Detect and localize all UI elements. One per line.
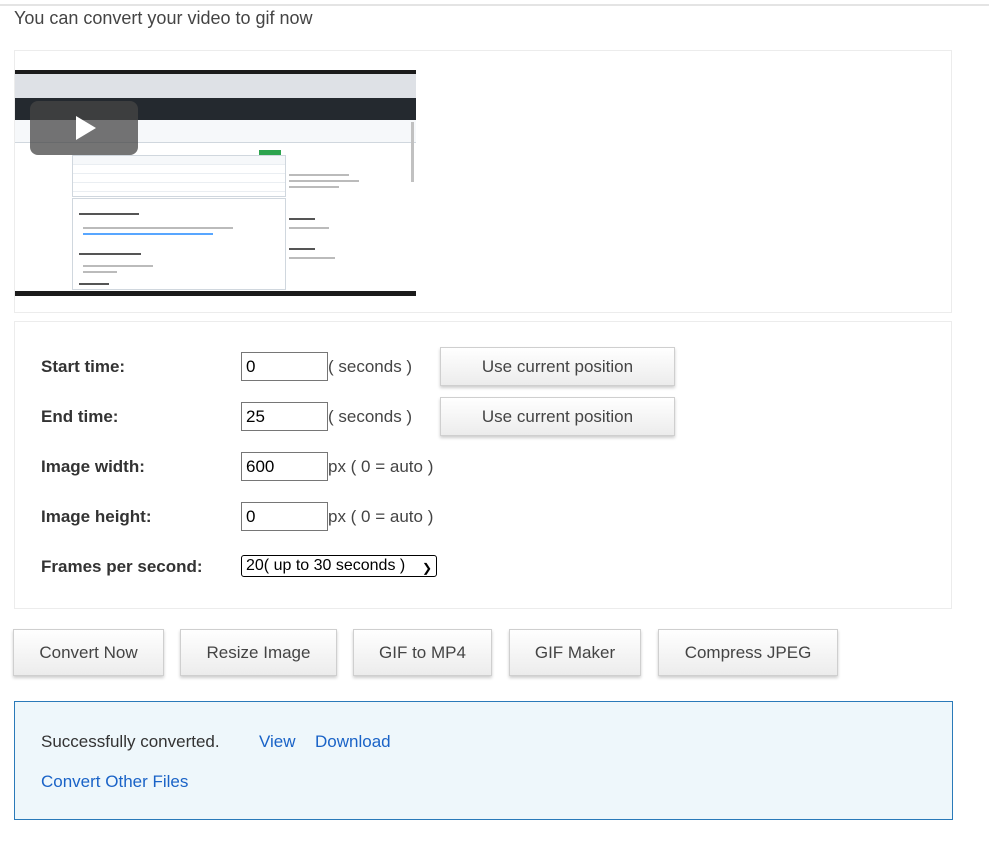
fps-selected-value: 20( up to 30 seconds )	[246, 557, 406, 574]
start-use-current-position-button[interactable]: Use current position	[440, 347, 675, 386]
play-button[interactable]	[30, 101, 138, 155]
image-height-label: Image height:	[41, 507, 152, 526]
result-panel: Successfully converted. View Download Co…	[14, 701, 953, 820]
image-width-input[interactable]	[241, 452, 328, 481]
start-time-unit: ( seconds )	[328, 357, 413, 376]
resize-image-button[interactable]: Resize Image	[180, 629, 337, 676]
start-time-label: Start time:	[41, 357, 126, 376]
top-divider	[0, 4, 989, 6]
view-link[interactable]: View	[259, 732, 296, 752]
video-preview[interactable]	[15, 70, 416, 296]
conversion-form: Start time: ( seconds ) Use current posi…	[14, 321, 952, 609]
image-width-unit: px ( 0 = auto )	[328, 457, 434, 476]
chevron-down-icon: ❯	[421, 561, 432, 575]
image-height-input[interactable]	[241, 502, 328, 531]
convert-other-files-link[interactable]: Convert Other Files	[41, 772, 188, 792]
end-time-label: End time:	[41, 407, 119, 426]
convert-now-button[interactable]: Convert Now	[13, 629, 164, 676]
play-icon	[76, 116, 96, 140]
start-time-input[interactable]	[241, 352, 328, 381]
gif-maker-button[interactable]: GIF Maker	[509, 629, 641, 676]
fps-label: Frames per second:	[41, 557, 203, 576]
gif-to-mp4-button[interactable]: GIF to MP4	[353, 629, 492, 676]
image-width-label: Image width:	[41, 457, 145, 476]
compress-jpeg-button[interactable]: Compress JPEG	[658, 629, 838, 676]
end-time-input[interactable]	[241, 402, 328, 431]
download-link[interactable]: Download	[315, 732, 391, 752]
end-time-unit: ( seconds )	[328, 407, 413, 426]
image-height-unit: px ( 0 = auto )	[328, 507, 434, 526]
end-use-current-position-button[interactable]: Use current position	[440, 397, 675, 436]
video-panel	[14, 50, 952, 313]
success-message: Successfully converted.	[41, 732, 220, 751]
intro-text: You can convert your video to gif now	[14, 8, 313, 28]
fps-select[interactable]: 20( up to 30 seconds ) ❯	[241, 555, 437, 577]
